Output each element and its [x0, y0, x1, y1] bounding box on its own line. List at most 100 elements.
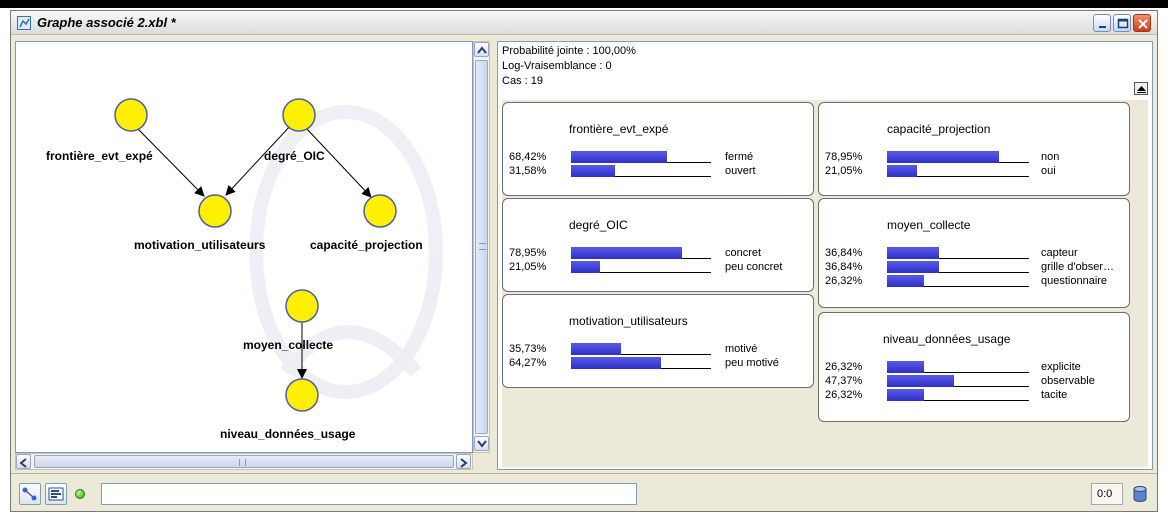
- node-label: frontière_evt_expé: [46, 149, 153, 163]
- monitor-title: moyen_collecte: [887, 218, 971, 232]
- monitor-niveau-donnees-usage[interactable]: niveau_données_usage 26,32% explicite 47…: [818, 312, 1130, 422]
- monitor-capacite-projection[interactable]: capacité_projection 78,95% non 21,05% ou…: [818, 102, 1130, 196]
- bar-track: [571, 165, 711, 177]
- state-percentage: 68,42%: [509, 151, 547, 163]
- close-icon: [1138, 19, 1148, 29]
- node-frontiere-evt-expe[interactable]: [114, 98, 148, 132]
- node-label: capacité_projection: [310, 238, 423, 252]
- probability-bar: [571, 343, 621, 355]
- state-percentage: 35,73%: [509, 343, 547, 355]
- screen-top-edge: [0, 0, 1168, 8]
- node-capacite-projection[interactable]: [363, 194, 397, 228]
- pane-splitter[interactable]: [492, 41, 496, 470]
- probability-bar: [571, 261, 600, 273]
- probability-bar: [887, 247, 939, 259]
- minimize-button[interactable]: [1093, 14, 1111, 32]
- database-icon[interactable]: [1131, 485, 1149, 503]
- bar-track: [887, 247, 1029, 259]
- node-degre-oic[interactable]: [282, 98, 316, 132]
- coordinate-readout: 0:0: [1097, 488, 1113, 500]
- node-label: degré_OIC: [264, 149, 325, 163]
- monitor-state-row: 68,42% fermé: [509, 151, 809, 165]
- monitor-state-row: 36,84% grille d'obser…: [825, 261, 1125, 275]
- node-moyen-collecte[interactable]: [285, 289, 319, 323]
- probability-bar: [571, 151, 667, 163]
- log-likelihood: Log-Vraisemblance : 0: [502, 60, 612, 72]
- scroll-left-button[interactable]: [16, 454, 31, 469]
- state-label: non: [1041, 151, 1060, 163]
- monitor-state-row: 78,95% concret: [509, 247, 809, 261]
- maximize-button[interactable]: [1113, 14, 1131, 32]
- graph-canvas[interactable]: frontière_evt_expé degré_OIC motivation_…: [15, 41, 473, 453]
- monitor-moyen-collecte[interactable]: moyen_collecte 36,84% capteur 36,84% gri…: [818, 198, 1130, 308]
- graph-window-icon: [17, 16, 31, 30]
- graph-window: Graphe associé 2.xbl * frontière_evt_exp…: [10, 10, 1158, 512]
- state-label: questionnaire: [1041, 275, 1108, 287]
- monitor-mode-button[interactable]: [45, 483, 67, 505]
- state-percentage: 26,32%: [825, 275, 863, 287]
- monitor-state-row: 78,95% non: [825, 151, 1125, 165]
- chevron-up-icon: [477, 46, 487, 54]
- coordinate-box: 0:0: [1091, 483, 1123, 505]
- vertical-scroll-thumb[interactable]: [475, 60, 488, 434]
- probability-bar: [887, 389, 924, 401]
- scroll-up-button[interactable]: [474, 42, 489, 57]
- state-label: oui: [1041, 165, 1056, 177]
- bar-track: [887, 275, 1029, 287]
- state-percentage: 21,05%: [825, 165, 863, 177]
- probability-bar: [571, 165, 615, 177]
- status-text-field[interactable]: [101, 483, 637, 505]
- monitor-state-row: 36,84% capteur: [825, 247, 1125, 261]
- state-percentage: 36,84%: [825, 261, 863, 273]
- chevron-down-icon: [477, 440, 487, 448]
- state-percentage: 64,27%: [509, 357, 547, 369]
- status-led-icon: [75, 489, 85, 499]
- monitor-degre-oic[interactable]: degré_OIC 78,95% concret 21,05% peu conc…: [502, 198, 814, 292]
- collapse-button[interactable]: [1134, 82, 1148, 95]
- monitor-state-row: 31,58% ouvert: [509, 165, 809, 179]
- bar-track: [571, 357, 711, 369]
- bar-track: [571, 261, 711, 273]
- monitor-mode-icon: [48, 487, 64, 501]
- monitor-state-row: 35,73% motivé: [509, 343, 809, 357]
- node-niveau-donnees-usage[interactable]: [285, 378, 319, 412]
- bar-track: [887, 261, 1029, 273]
- joint-probability: Probabilité jointe : 100,00%: [502, 45, 636, 57]
- monitor-state-row: 21,05% oui: [825, 165, 1125, 179]
- probability-bar: [571, 247, 682, 259]
- maximize-icon: [1117, 18, 1129, 29]
- monitor-state-row: 64,27% peu motivé: [509, 357, 809, 371]
- case-count: Cas : 19: [502, 75, 543, 87]
- scroll-right-button[interactable]: [456, 454, 471, 469]
- graph-horizontal-scrollbar[interactable]: [15, 453, 473, 470]
- probability-bar: [887, 361, 924, 373]
- chevron-left-icon: [19, 458, 27, 468]
- minimize-icon: [1099, 26, 1106, 28]
- monitor-pane: Probabilité jointe : 100,00% Log-Vraisem…: [497, 41, 1153, 470]
- grip: [239, 459, 246, 466]
- state-label: explicite: [1041, 361, 1081, 373]
- close-button[interactable]: [1133, 14, 1151, 32]
- window-title: Graphe associé 2.xbl *: [37, 15, 176, 30]
- state-label: fermé: [725, 151, 754, 163]
- probability-bar: [887, 375, 954, 387]
- graph-mode-button[interactable]: [19, 483, 41, 505]
- monitor-frontiere-evt-expe[interactable]: frontière_evt_expé 68,42% fermé 31,58% o…: [502, 102, 814, 196]
- bar-track: [571, 247, 711, 259]
- monitor-state-row: 26,32% explicite: [825, 361, 1125, 375]
- horizontal-scroll-thumb[interactable]: [34, 455, 454, 468]
- grip: [479, 243, 486, 250]
- graph-mode-icon: [22, 487, 37, 501]
- state-percentage: 21,05%: [509, 261, 547, 273]
- node-motivation-utilisateurs[interactable]: [198, 194, 232, 228]
- state-label: observable: [1041, 375, 1095, 387]
- state-label: ouvert: [725, 165, 756, 177]
- monitor-motivation-utilisateurs[interactable]: motivation_utilisateurs 35,73% motivé 64…: [502, 294, 814, 388]
- bar-track: [571, 151, 711, 163]
- monitor-state-row: 21,05% peu concret: [509, 261, 809, 275]
- state-label: motivé: [725, 343, 758, 355]
- state-label: concret: [725, 247, 762, 259]
- scroll-down-button[interactable]: [474, 436, 489, 451]
- title-bar[interactable]: Graphe associé 2.xbl *: [11, 11, 1157, 35]
- graph-vertical-scrollbar[interactable]: [473, 41, 490, 453]
